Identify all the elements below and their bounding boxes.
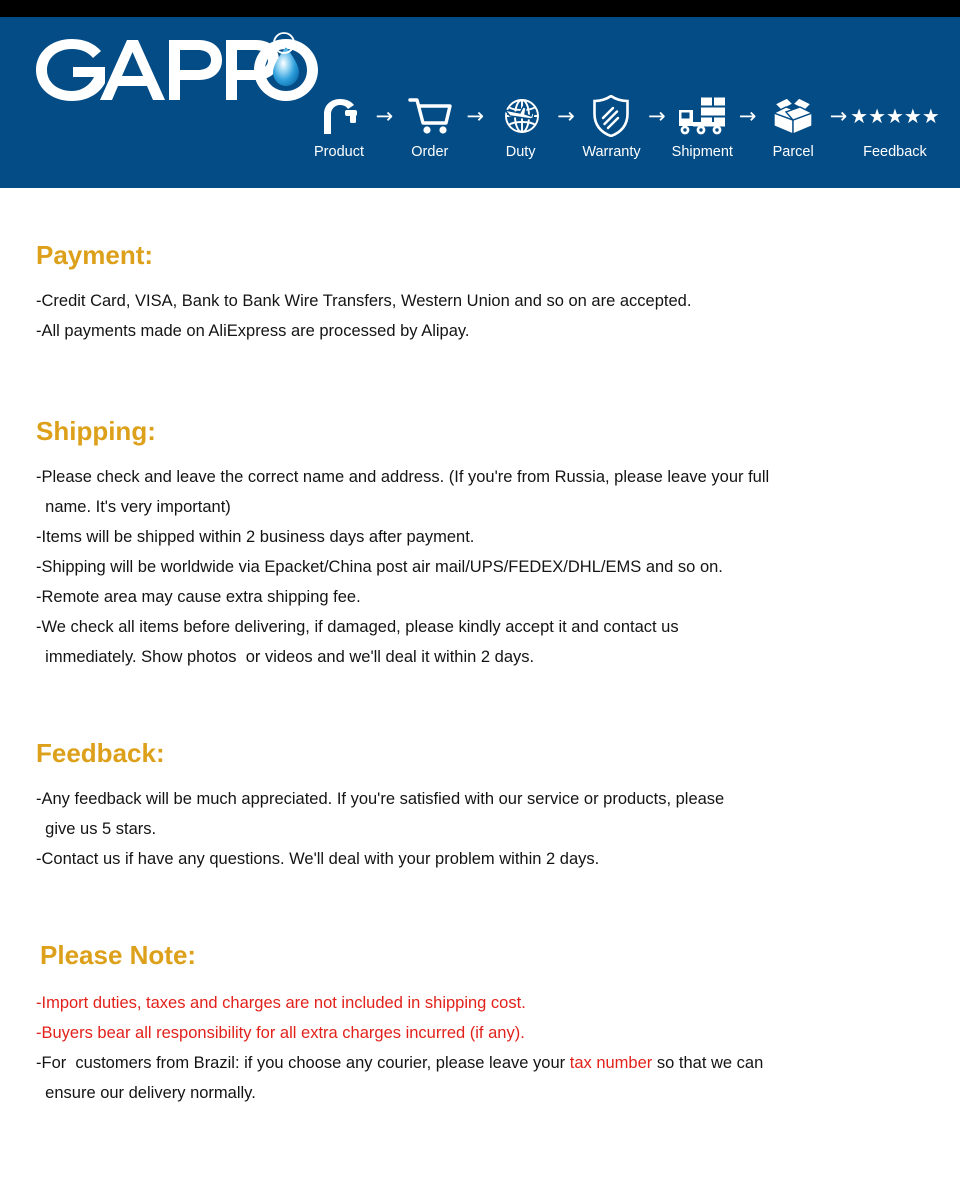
five-stars-icon: ★★★★★ <box>850 104 940 128</box>
policy-line: name. It's very important) <box>36 498 231 516</box>
process-step-label: Order <box>411 144 449 160</box>
process-step-parcel[interactable]: Parcel <box>754 95 832 161</box>
promo-banner-page: R Product → Order → Duty → Warranty → Sh… <box>0 0 960 1189</box>
process-step-label: Parcel <box>772 144 814 160</box>
policy-line-brazil: -For customers from Brazil: if you choos… <box>36 1048 763 1078</box>
tax-number-highlight: tax number <box>569 1054 653 1072</box>
shipping-lines: -Please check and leave the correct name… <box>36 462 769 672</box>
svg-text:R: R <box>280 36 289 51</box>
process-step-duty[interactable]: Duty <box>482 95 560 161</box>
policy-line: -Please check and leave the correct name… <box>36 468 770 486</box>
top-black-bar <box>0 0 960 17</box>
process-step-label: Product <box>314 144 364 160</box>
please-note-lines: -Import duties, taxes and charges are no… <box>36 988 763 1108</box>
policy-line: -Credit Card, VISA, Bank to Bank Wire Tr… <box>36 292 692 310</box>
policy-line: -We check all items before delivering, i… <box>36 618 679 636</box>
feedback-heading: Feedback: <box>36 738 165 768</box>
process-step-product[interactable]: Product <box>300 95 378 161</box>
section-shipping: Shipping: -Please check and leave the co… <box>36 416 769 672</box>
policy-line: immediately. Show photos or videos and w… <box>36 648 535 666</box>
section-payment: Payment: -Credit Card, VISA, Bank to Ban… <box>36 240 691 346</box>
policy-line: -Items will be shipped within 2 business… <box>36 528 475 546</box>
brazil-text-before: -For customers from Brazil: if you choos… <box>36 1054 570 1072</box>
process-step-order[interactable]: Order <box>391 95 469 161</box>
feedback-lines: -Any feedback will be much appreciated. … <box>36 784 724 874</box>
policy-line: give us 5 stars. <box>36 820 157 838</box>
process-step-warranty[interactable]: Warranty <box>572 95 650 161</box>
gappo-logo: R <box>26 31 326 109</box>
payment-lines: -Credit Card, VISA, Bank to Bank Wire Tr… <box>36 286 691 346</box>
policy-line-alert: -Import duties, taxes and charges are no… <box>36 994 526 1012</box>
globe-airplane-icon <box>501 95 541 137</box>
faucet-icon <box>318 95 360 137</box>
payment-heading: Payment: <box>36 240 154 270</box>
shipping-heading: Shipping: <box>36 416 156 446</box>
process-step-shipment[interactable]: Shipment <box>663 95 741 161</box>
policy-line: -All payments made on AliExpress are pro… <box>36 322 470 340</box>
process-step-label: Warranty <box>582 144 641 160</box>
policy-line: -Contact us if have any questions. We'll… <box>36 850 600 868</box>
truck-icon <box>677 95 727 137</box>
section-feedback: Feedback: -Any feedback will be much app… <box>36 738 724 874</box>
process-steps: Product → Order → Duty → Warranty → Ship… <box>300 95 945 185</box>
shield-icon <box>593 95 630 137</box>
section-please-note: Please Note: -Import duties, taxes and c… <box>36 940 763 1108</box>
policy-line: -Shipping will be worldwide via Epacket/… <box>36 558 723 576</box>
please-note-heading: Please Note: <box>40 940 197 970</box>
open-box-icon <box>770 95 816 137</box>
shopping-cart-icon <box>408 95 452 137</box>
process-step-feedback[interactable]: ★★★★★ Feedback <box>845 95 945 161</box>
policy-line: -Any feedback will be much appreciated. … <box>36 790 725 808</box>
policy-line: -Remote area may cause extra shipping fe… <box>36 588 361 606</box>
process-step-label: Shipment <box>671 144 733 160</box>
policy-line: ensure our delivery normally. <box>36 1084 256 1102</box>
brazil-text-after: so that we can <box>652 1054 764 1072</box>
policy-line-alert: -Buyers bear all responsibility for all … <box>36 1024 525 1042</box>
process-step-label: Feedback <box>863 144 927 160</box>
process-step-label: Duty <box>505 144 536 160</box>
brand-header: R Product → Order → Duty → Warranty → Sh… <box>0 17 960 188</box>
